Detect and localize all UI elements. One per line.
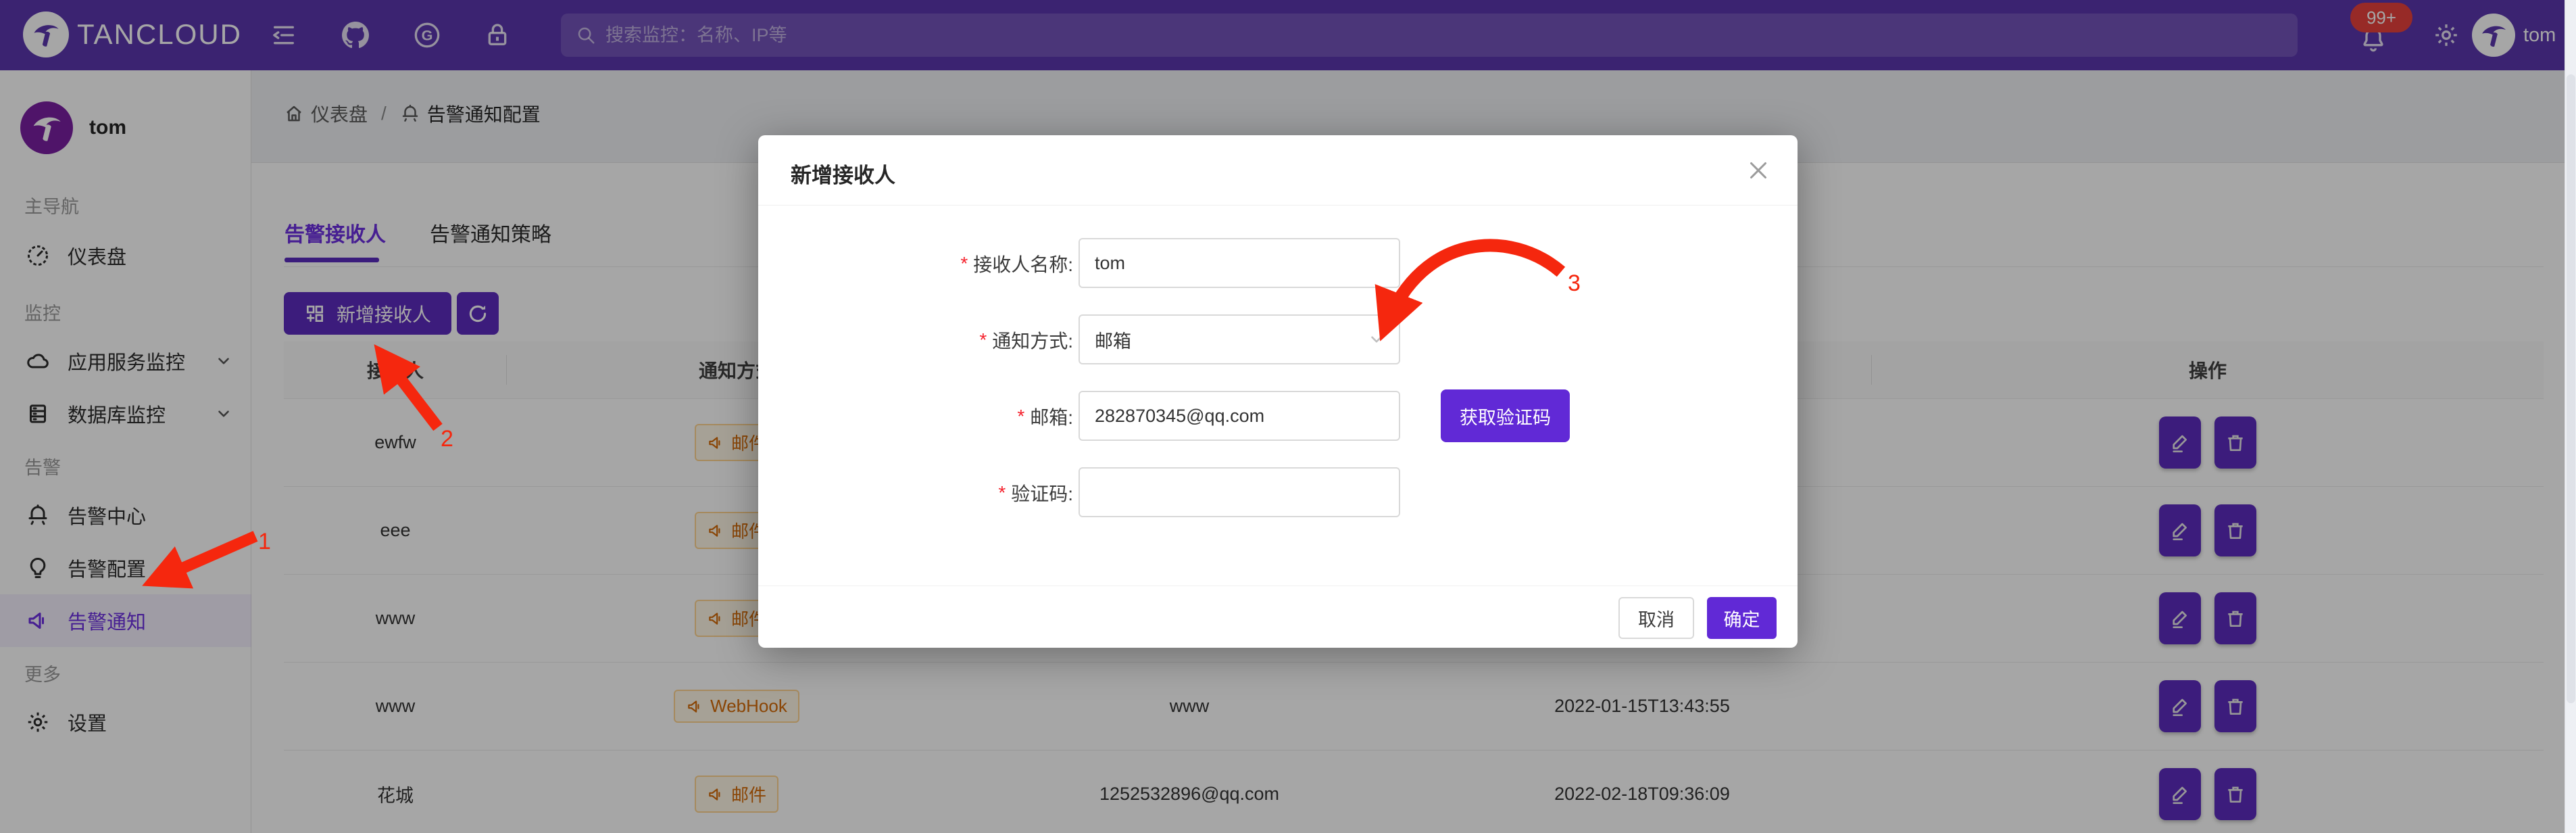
verification-code-input[interactable] xyxy=(1079,467,1400,517)
annotation-step-3: 3 xyxy=(1568,270,1581,297)
modal-header: 新增接收人 xyxy=(758,135,1798,206)
required-asterisk: * xyxy=(960,253,968,275)
cancel-button[interactable]: 取消 xyxy=(1618,597,1694,639)
form-row-receiver-name: *接收人名称: xyxy=(758,238,1798,289)
add-receiver-modal: 新增接收人 *接收人名称: *通知方式: 邮箱 *邮箱: 获取验证码 *验证码:… xyxy=(758,135,1798,648)
confirm-button[interactable]: 确定 xyxy=(1707,597,1777,639)
email-input[interactable] xyxy=(1079,391,1400,441)
required-asterisk: * xyxy=(979,329,987,351)
get-verification-code-button[interactable]: 获取验证码 xyxy=(1441,389,1570,442)
annotation-step-1: 1 xyxy=(258,529,271,555)
receiver-name-input[interactable] xyxy=(1079,238,1400,288)
notify-method-select[interactable]: 邮箱 xyxy=(1079,314,1400,364)
chevron-down-icon xyxy=(1368,331,1385,348)
required-asterisk: * xyxy=(1017,406,1024,427)
close-icon[interactable] xyxy=(1746,158,1770,183)
modal-footer: 取消 确定 xyxy=(758,586,1798,648)
modal-title: 新增接收人 xyxy=(791,158,895,189)
form-row-verification-code: *验证码: xyxy=(758,467,1798,519)
required-asterisk: * xyxy=(998,482,1006,504)
annotation-step-2: 2 xyxy=(441,426,453,452)
vertical-scrollbar[interactable] xyxy=(2565,0,2576,833)
form-row-email: *邮箱: 获取验证码 xyxy=(758,391,1798,442)
form-row-notify-method: *通知方式: 邮箱 xyxy=(758,314,1798,366)
scrollbar-thumb[interactable] xyxy=(2567,74,2575,703)
